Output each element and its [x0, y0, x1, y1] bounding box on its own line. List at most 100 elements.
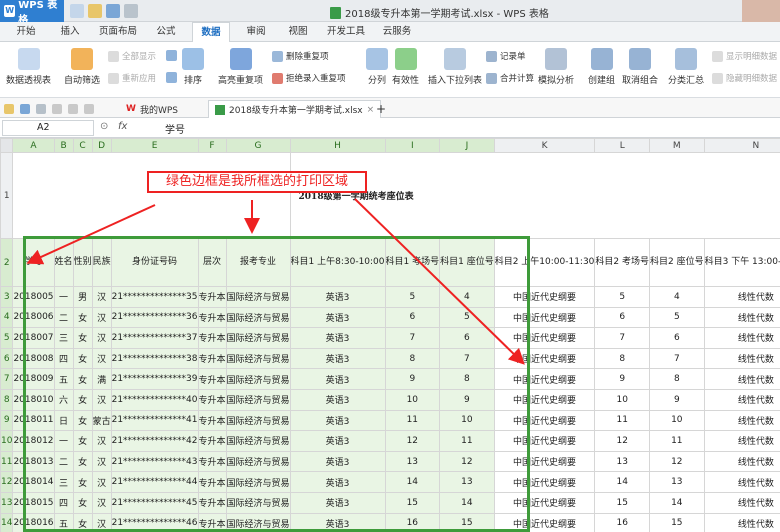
cell[interactable]: 英语3 — [289, 306, 386, 329]
ungroup-button[interactable]: 取消组合 — [622, 48, 658, 86]
cell[interactable]: 9 — [384, 368, 441, 390]
header-cell[interactable]: 科目1 考场号 — [384, 238, 441, 287]
cell[interactable]: 9 — [439, 388, 495, 411]
cell[interactable]: 女 — [72, 430, 93, 452]
cell[interactable]: 14 — [439, 491, 495, 514]
cell[interactable]: 13 — [649, 471, 705, 493]
cell[interactable]: 一 — [53, 430, 74, 452]
row-header[interactable]: 8 — [0, 388, 14, 411]
header-cell[interactable]: 科目1 上午8:30-10:00 — [289, 238, 386, 287]
sort-button[interactable]: 排序 — [182, 48, 204, 86]
cell[interactable]: 英语3 — [289, 450, 386, 473]
cell[interactable]: 国际经济与贸易 — [225, 491, 291, 514]
cell[interactable]: 女 — [72, 388, 93, 411]
cell[interactable]: 10 — [594, 388, 651, 411]
column-header[interactable]: A — [12, 138, 55, 153]
row-header[interactable]: 9 — [0, 409, 14, 432]
cell[interactable]: 线性代数 — [703, 409, 780, 432]
cell[interactable]: 2018006 — [12, 306, 55, 329]
cell[interactable]: 国际经济与贸易 — [225, 306, 291, 329]
cell[interactable]: 2018014 — [12, 471, 55, 493]
cell[interactable]: 2018008 — [12, 347, 55, 370]
cell[interactable]: 国际经济与贸易 — [225, 512, 291, 532]
pivot-table-button[interactable]: 数据透视表 — [6, 48, 51, 86]
column-header[interactable]: F — [197, 138, 227, 153]
cell[interactable]: 6 — [439, 327, 495, 349]
cell[interactable]: 专升本 — [197, 327, 227, 349]
sheet-title[interactable]: 2018级第一学期统考座位表 — [289, 152, 780, 239]
sheet-table[interactable]: ABCDEFGHIJKLMNOP12018级第一学期统考座位表2学号姓名性别民族… — [0, 138, 780, 532]
cell[interactable]: 12 — [384, 430, 441, 452]
cell[interactable]: 10 — [649, 409, 705, 432]
cell[interactable]: 7 — [649, 347, 705, 370]
folder-icon[interactable] — [4, 104, 14, 114]
tab-data[interactable]: 数据 — [192, 22, 230, 42]
autofilter-button[interactable]: 自动筛选 — [64, 48, 100, 86]
cell[interactable]: 12 — [649, 450, 705, 473]
row-header[interactable]: 6 — [0, 347, 14, 370]
cell[interactable]: 11 — [649, 430, 705, 452]
cell[interactable]: 6 — [594, 306, 651, 329]
cell[interactable]: 汉 — [91, 388, 112, 411]
cell[interactable]: 8 — [384, 347, 441, 370]
record-form-button[interactable]: 记录单 — [486, 50, 526, 62]
cell[interactable]: 专升本 — [197, 409, 227, 432]
cell[interactable]: 中国近代史纲要 — [493, 450, 596, 473]
reapply-button[interactable]: 重新应用 — [108, 72, 156, 84]
header-cell[interactable]: 科目2 座位号 — [649, 238, 705, 287]
cell[interactable]: 中国近代史纲要 — [493, 306, 596, 329]
cell[interactable]: 英语3 — [289, 347, 386, 370]
cell[interactable]: 国际经济与贸易 — [225, 471, 291, 493]
row-header[interactable]: 1 — [0, 152, 14, 239]
cell[interactable]: 女 — [72, 409, 93, 432]
group-button[interactable]: 创建组 — [588, 48, 615, 86]
cell[interactable]: 线性代数 — [703, 306, 780, 329]
column-header[interactable]: N — [703, 138, 780, 153]
cell[interactable]: 21**************42 — [110, 430, 199, 452]
cell[interactable]: 线性代数 — [703, 286, 780, 308]
validation-button[interactable]: 有效性 — [392, 48, 419, 86]
cell[interactable]: 线性代数 — [703, 327, 780, 349]
column-header[interactable]: M — [649, 138, 705, 153]
cell[interactable]: 蒙古 — [91, 409, 112, 432]
cell[interactable]: 女 — [72, 327, 93, 349]
new-file-icon[interactable] — [70, 4, 84, 18]
tab-developer[interactable]: 开发工具 — [324, 22, 368, 42]
sort-desc-button[interactable] — [166, 72, 177, 83]
row-header[interactable]: 4 — [0, 306, 14, 329]
cell[interactable]: 10 — [384, 388, 441, 411]
row-header[interactable]: 3 — [0, 286, 14, 308]
cell[interactable]: 英语3 — [289, 286, 386, 308]
header-cell[interactable]: 性别 — [72, 238, 93, 287]
print-icon[interactable] — [124, 4, 138, 18]
cell[interactable]: 5 — [594, 286, 651, 308]
cell[interactable]: 2018015 — [12, 491, 55, 514]
cell[interactable]: 专升本 — [197, 368, 227, 390]
cell[interactable]: 21**************37 — [110, 327, 199, 349]
row-header[interactable]: 7 — [0, 368, 14, 390]
cell[interactable]: 线性代数 — [703, 368, 780, 390]
cell[interactable]: 女 — [72, 306, 93, 329]
show-detail-button[interactable]: 显示明细数据 — [712, 50, 777, 62]
sort-asc-button[interactable] — [166, 50, 177, 61]
cell[interactable]: 15 — [439, 512, 495, 532]
cell[interactable]: 满 — [91, 368, 112, 390]
remove-duplicates-button[interactable]: 删除重复项 — [272, 50, 329, 62]
redo-icon[interactable] — [84, 104, 94, 114]
row-header[interactable]: 5 — [0, 327, 14, 349]
tab-home[interactable]: 开始 — [10, 22, 42, 42]
cell[interactable]: 国际经济与贸易 — [225, 368, 291, 390]
cell[interactable]: 中国近代史纲要 — [493, 491, 596, 514]
hide-detail-button[interactable]: 隐藏明细数据 — [712, 72, 777, 84]
cell[interactable]: 汉 — [91, 430, 112, 452]
row-header[interactable]: 2 — [0, 238, 14, 287]
show-all-button[interactable]: 全部显示 — [108, 50, 156, 62]
column-header[interactable]: B — [53, 138, 74, 153]
cell[interactable]: 线性代数 — [703, 430, 780, 452]
cell[interactable]: 13 — [594, 450, 651, 473]
cell[interactable]: 2018009 — [12, 368, 55, 390]
cell[interactable]: 14 — [649, 491, 705, 514]
cell[interactable]: 中国近代史纲要 — [493, 430, 596, 452]
cell[interactable]: 专升本 — [197, 286, 227, 308]
cell[interactable]: 2018012 — [12, 430, 55, 452]
